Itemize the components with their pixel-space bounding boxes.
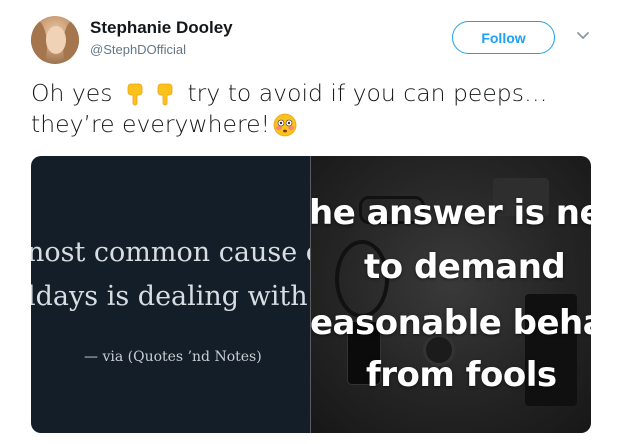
poster-line-4: from fools bbox=[366, 355, 557, 395]
poster-line-2: to demand bbox=[364, 247, 566, 287]
avatar[interactable] bbox=[31, 16, 79, 64]
tweet-text-part1: Oh yes bbox=[31, 79, 113, 107]
tweet-text: Oh yes try to avoid if you can peeps… th… bbox=[31, 78, 601, 140]
follow-button[interactable]: Follow bbox=[452, 21, 555, 54]
avatar-hair-left bbox=[31, 20, 47, 64]
media-image-right[interactable]: he answer is nev to demand easonable beh… bbox=[311, 156, 591, 433]
author-handle[interactable]: @StephDOfficial bbox=[90, 42, 186, 57]
pointing-down-hand-icon bbox=[127, 83, 143, 106]
poster-line-3: easonable behav bbox=[311, 303, 591, 343]
author-name[interactable]: Stephanie Dooley bbox=[90, 18, 233, 38]
flushed-face-icon bbox=[273, 113, 297, 137]
pointing-down-hand-icon bbox=[157, 83, 173, 106]
avatar-face bbox=[46, 26, 66, 54]
media-image-left[interactable]: nost common cause o ldays is dealing wit… bbox=[31, 156, 310, 433]
chevron-down-icon[interactable] bbox=[576, 31, 590, 41]
poster-line-1: he answer is nev bbox=[311, 193, 591, 233]
quote-line-2: ldays is dealing with bbox=[31, 281, 308, 312]
tweet-text-part2: try to avoid if you can peeps… bbox=[187, 79, 548, 107]
quote-line-1: nost common cause o bbox=[31, 237, 310, 268]
tweet-media[interactable]: nost common cause o ldays is dealing wit… bbox=[31, 156, 591, 433]
quote-attribution: — via (Quotes ’nd Notes) bbox=[84, 349, 262, 365]
tweet-text-part3: they’re everywhere! bbox=[31, 110, 271, 138]
